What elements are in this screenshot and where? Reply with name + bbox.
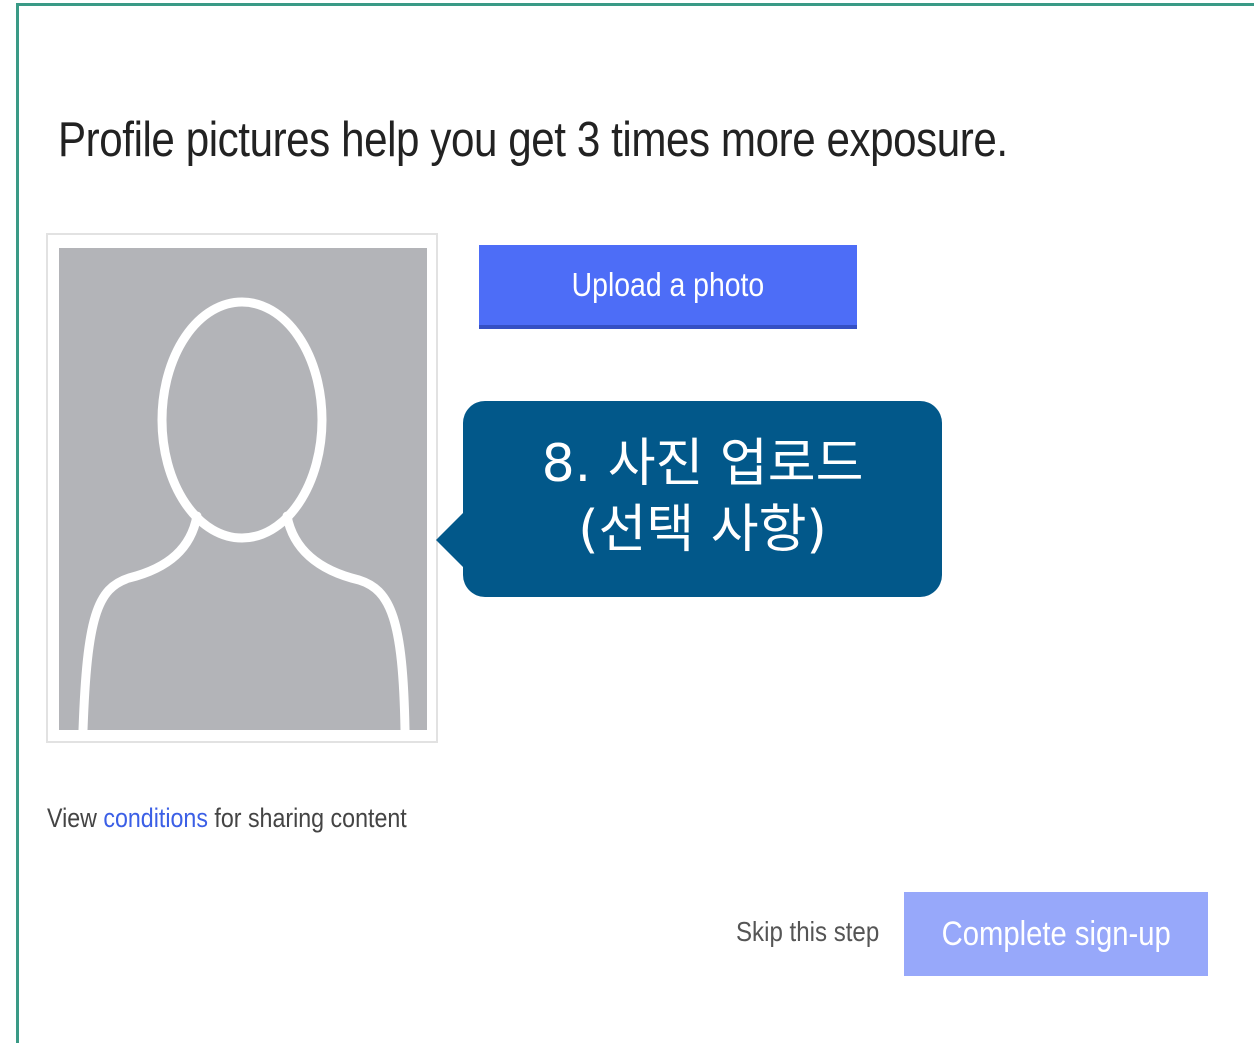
callout-line-2: (선택 사항): [578, 500, 827, 560]
upload-photo-button[interactable]: Upload a photo: [479, 245, 857, 329]
person-silhouette-icon: [78, 297, 410, 730]
upload-photo-label: Upload a photo: [571, 266, 765, 303]
sharing-conditions-text: View conditions for sharing content: [47, 803, 407, 834]
profile-photo-frame: [46, 233, 438, 743]
instruction-callout: 8. 사진 업로드 (선택 사항): [463, 401, 942, 597]
page-title: Profile pictures help you get 3 times mo…: [58, 113, 1008, 167]
frame-top-border: [16, 3, 1254, 6]
complete-signup-label: Complete sign-up: [941, 914, 1171, 953]
complete-signup-button[interactable]: Complete sign-up: [904, 892, 1208, 976]
callout-line-1: 8. 사진 업로드: [541, 434, 864, 494]
callout-pointer: [436, 510, 466, 570]
skip-step-button[interactable]: Skip this step: [736, 916, 879, 948]
conditions-suffix: for sharing content: [207, 803, 407, 833]
profile-photo-placeholder: [59, 248, 427, 730]
conditions-link[interactable]: conditions: [103, 803, 208, 833]
conditions-prefix: View: [47, 803, 104, 833]
